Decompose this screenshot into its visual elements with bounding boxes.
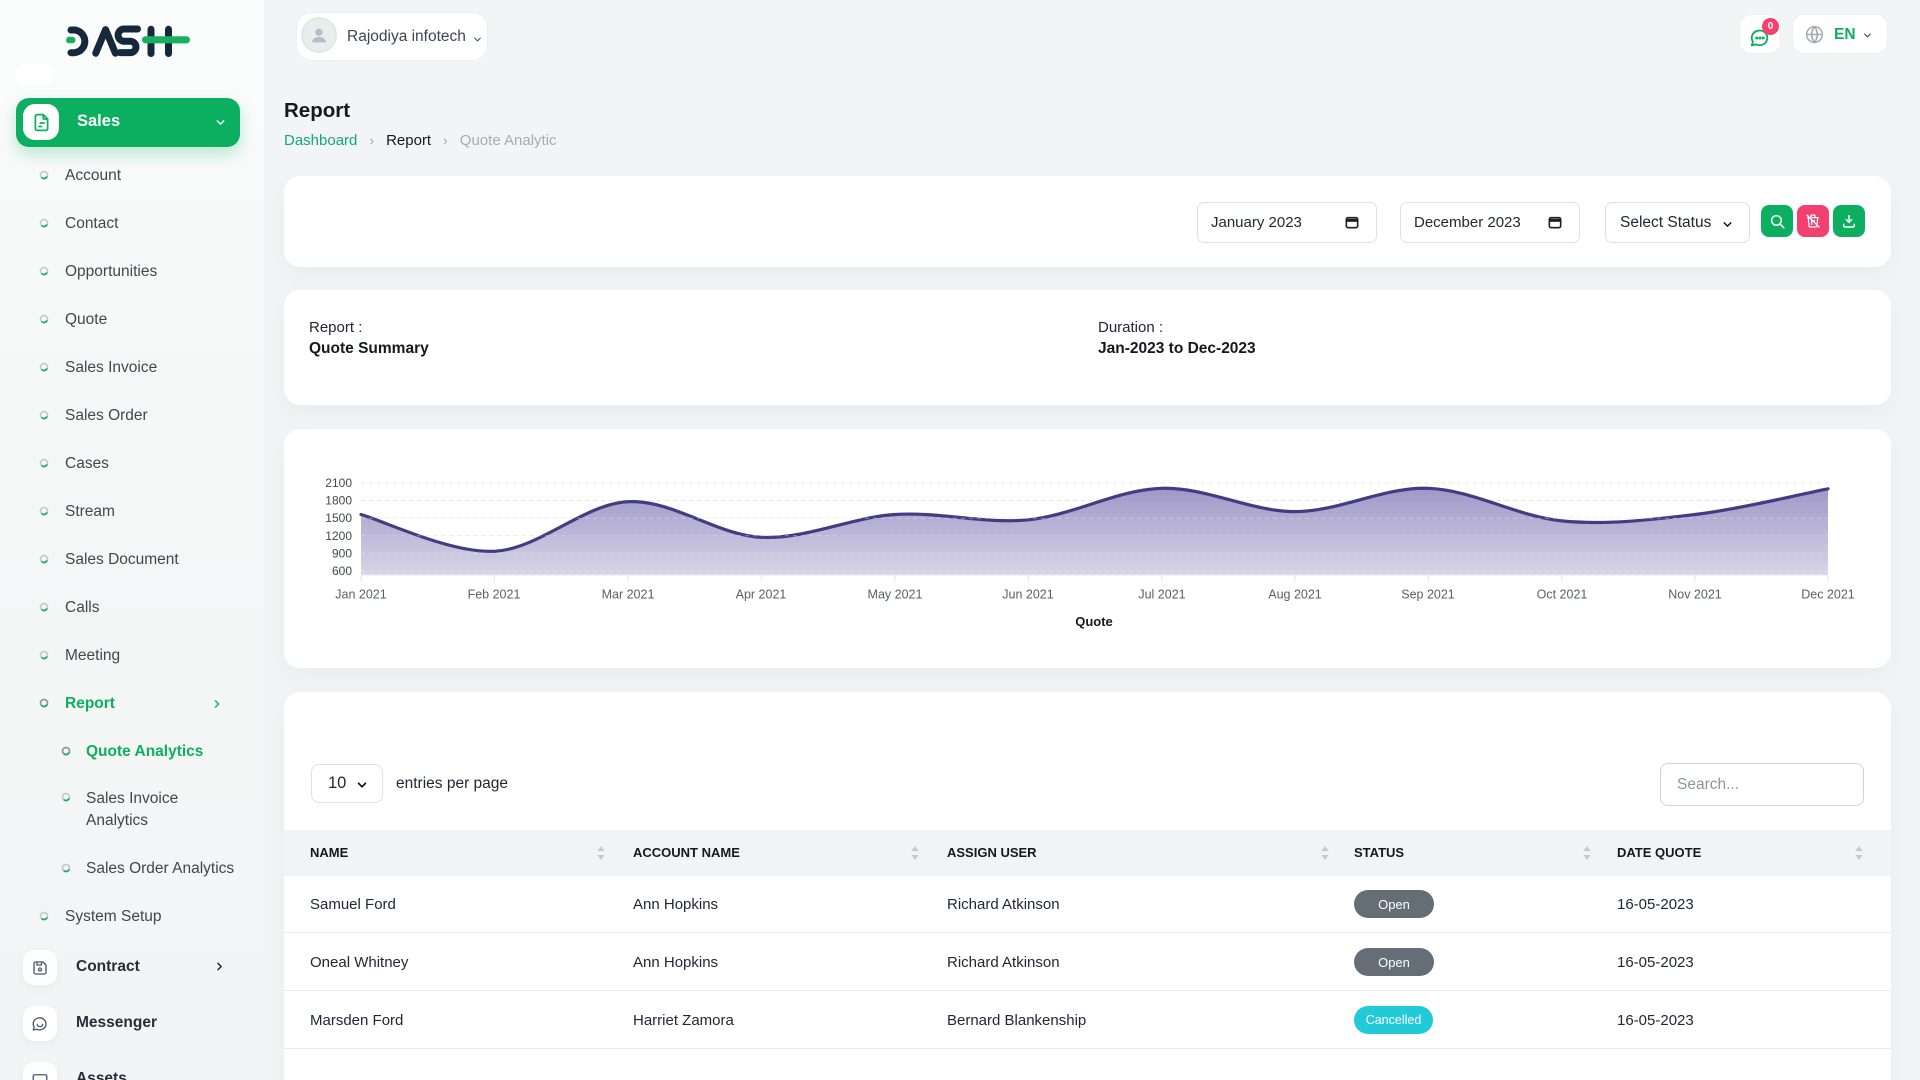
svg-text:Apr 2021: Apr 2021 (736, 588, 787, 602)
svg-text:Aug 2021: Aug 2021 (1268, 588, 1322, 602)
svg-text:Feb 2021: Feb 2021 (468, 588, 521, 602)
svg-text:Quote: Quote (1075, 614, 1113, 629)
svg-text:Mar 2021: Mar 2021 (602, 588, 655, 602)
svg-text:Nov 2021: Nov 2021 (1668, 588, 1722, 602)
svg-text:1800: 1800 (325, 494, 352, 508)
svg-text:May 2021: May 2021 (868, 588, 923, 602)
svg-text:Oct 2021: Oct 2021 (1537, 588, 1588, 602)
svg-text:2100: 2100 (325, 476, 352, 490)
svg-text:1200: 1200 (325, 529, 352, 543)
svg-text:Jun 2021: Jun 2021 (1002, 588, 1053, 602)
svg-text:Dec 2021: Dec 2021 (1801, 588, 1855, 602)
svg-text:Jul 2021: Jul 2021 (1138, 588, 1185, 602)
svg-text:Sep 2021: Sep 2021 (1401, 588, 1455, 602)
svg-text:900: 900 (332, 546, 352, 560)
svg-text:600: 600 (332, 564, 352, 578)
svg-text:Jan 2021: Jan 2021 (335, 588, 386, 602)
svg-text:1500: 1500 (325, 511, 352, 525)
